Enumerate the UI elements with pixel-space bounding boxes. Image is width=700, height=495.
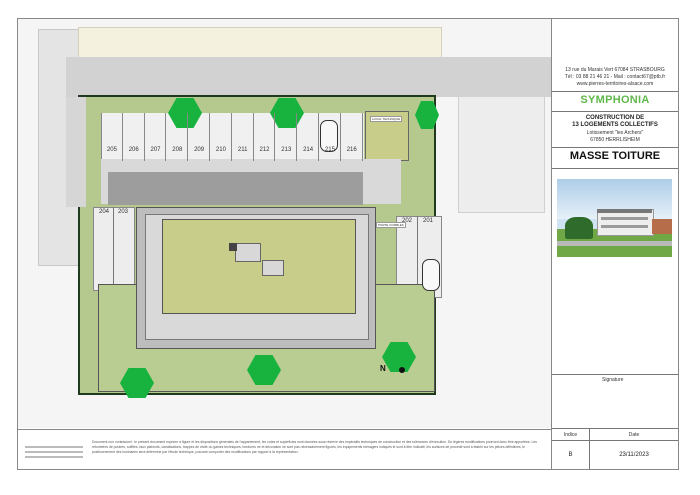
parking-201: 201 <box>422 218 433 224</box>
parking-left-divider <box>113 207 114 289</box>
project-title-1: CONSTRUCTION DE <box>585 115 645 121</box>
tb-divider-1 <box>552 91 678 92</box>
access-road <box>66 57 551 97</box>
project-subtitle-2: 67850 HERRLISHEIM <box>590 137 640 143</box>
date-header: Date <box>628 432 640 438</box>
parking-stall <box>275 113 298 161</box>
parking-209: 209 <box>194 147 205 153</box>
parking-212: 212 <box>259 147 270 153</box>
parking-stall <box>319 113 341 161</box>
local-technique: LOCAL TECHNIQUE <box>365 111 409 161</box>
north-arrow-label: N <box>380 364 386 373</box>
tb-divider-3 <box>552 147 678 148</box>
disclaimer-text: Document non contractuel : le présent do… <box>92 440 537 454</box>
parking-206: 206 <box>128 147 139 153</box>
rev-table-top <box>552 428 678 429</box>
local-technique-label: LOCAL TECHNIQUE <box>370 116 403 122</box>
parking-207: 207 <box>150 147 161 153</box>
neighbour-plot-top <box>78 27 442 59</box>
parking-stall <box>254 113 276 161</box>
parking-stall <box>210 113 232 161</box>
parking-204: 204 <box>98 209 109 215</box>
signature-label: Signature <box>602 377 624 383</box>
parking-210: 210 <box>215 147 226 153</box>
building-shadow <box>108 172 363 205</box>
parking-stall <box>188 113 210 161</box>
building-rendering <box>557 179 672 257</box>
parking-205: 205 <box>106 147 117 153</box>
parking-211: 211 <box>237 147 248 153</box>
roof-terrace <box>162 219 356 314</box>
roof-vent <box>262 260 284 276</box>
parking-203: 203 <box>117 209 128 215</box>
car-right <box>422 259 440 291</box>
date-value: 23/11/2023 <box>619 452 649 458</box>
roof-outlet <box>229 243 237 251</box>
parking-stall <box>145 113 167 161</box>
site-plan: LOCAL TECHNIQUE 204 203 202 201 PORTE CO… <box>18 19 551 428</box>
tb-divider-4 <box>552 168 678 169</box>
parking-stall <box>232 113 254 161</box>
address-line1: 13 rue du Marais Vert 67084 STRASBOURG <box>565 67 665 73</box>
rev-table-header-line <box>552 440 678 441</box>
parking-stall <box>123 113 145 161</box>
porte-combles-label: PORTE COMBLES <box>376 222 406 228</box>
entrance-lane <box>66 97 86 207</box>
footer-logo <box>25 440 83 464</box>
address-line3: www.pierres-territoires-alsace.com <box>576 81 654 87</box>
north-arrow-icon <box>399 367 405 373</box>
indice-value: B <box>568 452 573 458</box>
sheet-title: MASSE TOITURE <box>569 150 661 162</box>
parking-214: 214 <box>303 147 314 153</box>
tb-divider-2 <box>552 111 678 112</box>
tb-divider-5 <box>552 374 678 375</box>
parking-left <box>93 207 135 291</box>
project-title-2: 13 LOGEMENTS COLLECTIFS <box>572 122 658 128</box>
footer-divider <box>18 429 551 430</box>
parking-stall <box>101 113 123 161</box>
parking-stall <box>341 113 363 161</box>
parking-216: 216 <box>346 147 357 153</box>
parking-213: 213 <box>281 147 292 153</box>
indice-header: Indice <box>563 432 578 438</box>
parking-208: 208 <box>172 147 183 153</box>
project-subtitle-1: Lotissement "les Archers" <box>586 130 644 136</box>
roof-hatch <box>235 243 261 262</box>
parking-stall <box>297 113 319 161</box>
project-name: SYMPHONIA <box>580 94 650 106</box>
title-block: 13 rue du Marais Vert 67084 STRASBOURG T… <box>551 19 678 470</box>
parking-215: 215 <box>324 147 335 153</box>
address-line2: Tél : 03 88 21 46 21 - Mail : contact67@… <box>564 74 666 80</box>
parking-stall <box>166 113 189 161</box>
